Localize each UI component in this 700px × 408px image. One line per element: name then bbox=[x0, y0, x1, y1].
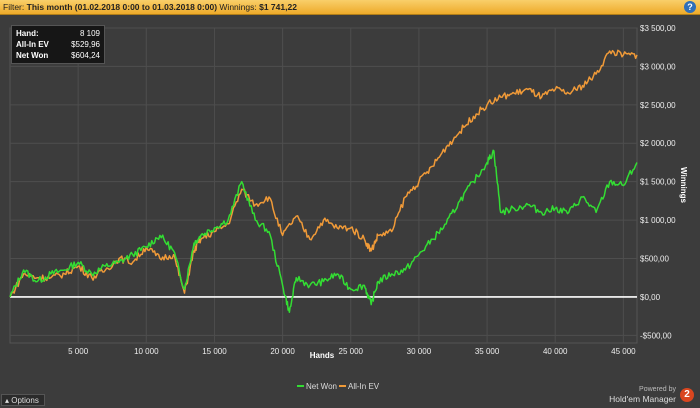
y-tick-label: $1 500,00 bbox=[640, 178, 676, 187]
y-tick-label: -$500,00 bbox=[640, 331, 672, 340]
x-tick-label: 10 000 bbox=[134, 347, 159, 356]
options-label: Options bbox=[11, 396, 39, 405]
chevron-up-icon: ▴ bbox=[5, 396, 10, 405]
y-tick-label: $3 000,00 bbox=[640, 62, 676, 71]
options-button[interactable]: ▴ Options bbox=[1, 394, 45, 406]
winnings-label: Winnings: bbox=[219, 2, 257, 12]
y-tick-label: $2 000,00 bbox=[640, 139, 676, 148]
powered-by-text: Powered by bbox=[639, 386, 676, 393]
all-in-ev-line bbox=[9, 49, 638, 298]
x-tick-label: 30 000 bbox=[407, 347, 432, 356]
y-tick-label: $500,00 bbox=[640, 254, 669, 263]
grid bbox=[9, 27, 638, 344]
net-won-label: Net Won bbox=[16, 51, 49, 60]
x-tick-label: 20 000 bbox=[270, 347, 295, 356]
brand-name: Hold'em Manager bbox=[609, 394, 676, 404]
x-axis-label: Hands bbox=[310, 351, 335, 360]
legend: Net Won All-In EV bbox=[297, 382, 380, 391]
filter-period[interactable]: This month (01.02.2018 0:00 to 01.03.201… bbox=[27, 2, 217, 12]
y-axis-ticks: -$500,00 $0,00 $500,00 $1 000,00 $1 500,00 $2… bbox=[640, 24, 676, 340]
y-tick-label: $3 500,00 bbox=[640, 24, 676, 33]
x-tick-label: 45 000 bbox=[611, 347, 636, 356]
winnings-value: $1 741,22 bbox=[259, 2, 297, 12]
y-axis-label: Winnings bbox=[679, 167, 688, 203]
y-tick-label: $2 500,00 bbox=[640, 101, 676, 110]
x-tick-label: 35 000 bbox=[475, 347, 500, 356]
allin-ev-label: All-In EV bbox=[16, 40, 49, 49]
y-tick-label: $0,00 bbox=[640, 293, 661, 302]
filter-label: Filter: bbox=[3, 2, 25, 12]
x-tick-label: 5 000 bbox=[68, 347, 89, 356]
x-tick-label: 15 000 bbox=[202, 347, 227, 356]
x-axis-ticks: 5 000 10 000 15 000 20 000 25 000 30 000 35 00… bbox=[68, 347, 636, 356]
allin-ev-value: $529,96 bbox=[71, 40, 100, 49]
net-won-line bbox=[9, 149, 638, 314]
legend-label-net-won: Net Won bbox=[306, 382, 337, 391]
x-tick-label: 25 000 bbox=[339, 347, 364, 356]
powered-by: Powered by Hold'em Manager bbox=[609, 386, 676, 404]
filter-bar: Filter: This month (01.02.2018 0:00 to 0… bbox=[0, 0, 700, 15]
stats-row-netwon: Net Won $604,24 bbox=[16, 50, 100, 61]
hands-value: 8 109 bbox=[79, 29, 100, 38]
help-icon[interactable]: ? bbox=[684, 1, 696, 13]
plot-area bbox=[9, 27, 638, 344]
stats-row-allin: All-In EV $529,96 bbox=[16, 39, 100, 50]
net-won-value: $604,24 bbox=[71, 51, 100, 60]
stats-row-hands: Hand: 8 109 bbox=[16, 28, 100, 39]
stats-box: Hand: 8 109 All-In EV $529,96 Net Won $6… bbox=[11, 25, 105, 64]
chart: 5 000 10 000 15 000 20 000 25 000 30 000 35 00… bbox=[9, 24, 688, 391]
hm2-logo-icon: 2 bbox=[680, 388, 694, 402]
legend-label-all-in-ev: All-In EV bbox=[348, 382, 380, 391]
x-tick-label: 40 000 bbox=[543, 347, 568, 356]
y-tick-label: $1 000,00 bbox=[640, 216, 676, 225]
hands-label: Hand: bbox=[16, 29, 39, 38]
